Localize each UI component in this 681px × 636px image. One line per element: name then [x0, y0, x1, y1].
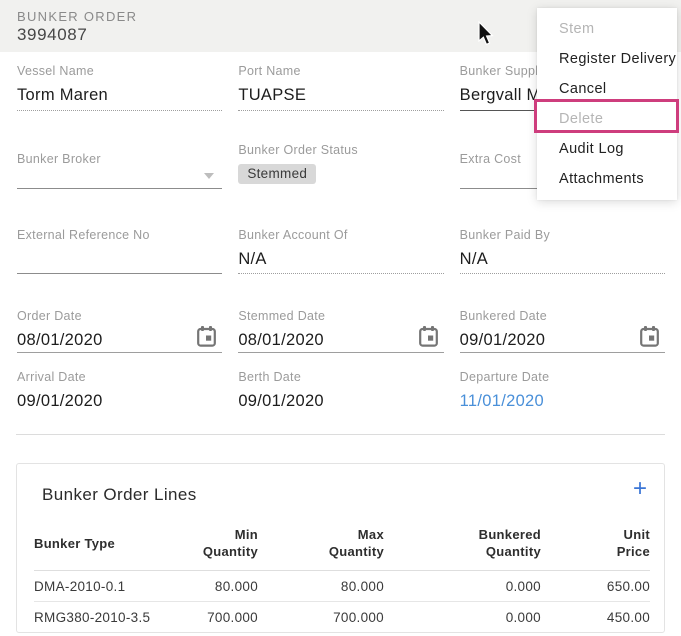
port-name-value[interactable]: TUAPSE — [238, 84, 443, 106]
field-bunkered-date: Bunkered Date 09/01/2020 — [460, 309, 665, 353]
departure-date-label: Departure Date — [460, 370, 665, 384]
arrival-date-value: 09/01/2020 — [17, 390, 222, 412]
vessel-name-label: Vessel Name — [17, 64, 222, 78]
order-number: 3994087 — [17, 25, 87, 45]
cell-bunker-type[interactable]: RMG380-2010-3.5 — [34, 602, 184, 633]
col-bunker-type: Bunker Type — [34, 526, 184, 571]
menu-item-attachments[interactable]: Attachments — [537, 164, 677, 194]
order-lines-table: Bunker Type MinQuantity MaxQuantity Bunk… — [34, 526, 650, 632]
bunker-order-lines-title: Bunker Order Lines — [42, 485, 197, 505]
menu-item-delete: Delete — [537, 104, 677, 134]
bunkered-date-value[interactable]: 09/01/2020 — [460, 329, 665, 351]
field-bunker-account-of: Bunker Account Of N/A — [238, 228, 443, 274]
col-min-quantity: MinQuantity — [184, 526, 258, 571]
calendar-icon[interactable] — [640, 326, 659, 347]
berth-date-label: Berth Date — [238, 370, 443, 384]
bunker-paid-by-label: Bunker Paid By — [460, 228, 665, 242]
field-port-name: Port Name TUAPSE — [238, 64, 443, 111]
status-badge: Stemmed — [238, 164, 316, 184]
table-row[interactable]: DMA-2010-0.1 80.000 80.000 0.000 650.00 — [34, 571, 650, 602]
order-date-label: Order Date — [17, 309, 222, 323]
field-external-reference-no[interactable]: External Reference No — [17, 228, 222, 274]
menu-item-cancel[interactable]: Cancel — [537, 74, 677, 104]
bunker-paid-by-value[interactable]: N/A — [460, 248, 665, 270]
section-divider — [16, 434, 665, 435]
menu-item-stem: Stem — [537, 14, 677, 44]
field-arrival-date: Arrival Date 09/01/2020 — [17, 370, 222, 412]
arrival-date-label: Arrival Date — [17, 370, 222, 384]
field-bunker-order-status: Bunker Order Status Stemmed — [238, 140, 443, 188]
berth-date-value: 09/01/2020 — [238, 390, 443, 412]
cell-max-quantity: 80.000 — [258, 571, 384, 602]
order-date-value[interactable]: 08/01/2020 — [17, 329, 222, 351]
form-row-4: Order Date 08/01/2020 Stemmed Date 08/01… — [17, 309, 665, 353]
field-stemmed-date: Stemmed Date 08/01/2020 — [238, 309, 443, 353]
bunker-broker-label: Bunker Broker — [17, 152, 222, 166]
stemmed-date-label: Stemmed Date — [238, 309, 443, 323]
calendar-icon[interactable] — [197, 326, 216, 347]
cell-bunker-type[interactable]: DMA-2010-0.1 — [34, 571, 184, 602]
cell-unit-price: 450.00 — [541, 602, 650, 633]
form-row-3: External Reference No Bunker Account Of … — [17, 228, 665, 274]
stemmed-date-value[interactable]: 08/01/2020 — [238, 329, 443, 351]
cell-min-quantity: 700.000 — [184, 602, 258, 633]
field-departure-date: Departure Date 11/01/2020 — [460, 370, 665, 412]
field-vessel-name: Vessel Name Torm Maren — [17, 64, 222, 111]
col-bunkered-quantity: BunkeredQuantity — [384, 526, 541, 571]
context-menu: Stem Register Delivery Cancel Delete Aud… — [537, 8, 677, 200]
col-max-quantity: MaxQuantity — [258, 526, 384, 571]
cell-bunkered-quantity: 0.000 — [384, 602, 541, 633]
field-berth-date: Berth Date 09/01/2020 — [238, 370, 443, 412]
departure-date-link[interactable]: 11/01/2020 — [460, 390, 665, 412]
menu-item-audit-log[interactable]: Audit Log — [537, 134, 677, 164]
bunkered-date-label: Bunkered Date — [460, 309, 665, 323]
bunker-account-of-label: Bunker Account Of — [238, 228, 443, 242]
bunker-order-page: BUNKER ORDER 3994087 Vessel Name Torm Ma… — [0, 0, 681, 636]
col-unit-price: UnitPrice — [541, 526, 650, 571]
cell-min-quantity: 80.000 — [184, 571, 258, 602]
add-order-line-button[interactable]: + — [633, 477, 647, 501]
calendar-icon[interactable] — [419, 326, 438, 347]
vessel-name-value[interactable]: Torm Maren — [17, 84, 222, 106]
chevron-down-icon[interactable] — [204, 173, 214, 179]
form-row-5: Arrival Date 09/01/2020 Berth Date 09/01… — [17, 370, 665, 412]
bunker-account-of-value[interactable]: N/A — [238, 248, 443, 270]
external-reference-no-label: External Reference No — [17, 228, 222, 242]
cell-unit-price: 650.00 — [541, 571, 650, 602]
port-name-label: Port Name — [238, 64, 443, 78]
cell-bunkered-quantity: 0.000 — [384, 571, 541, 602]
table-header-row: Bunker Type MinQuantity MaxQuantity Bunk… — [34, 526, 650, 571]
bunker-order-lines-card: Bunker Order Lines + Bunker Type MinQuan… — [16, 463, 665, 633]
field-bunker-paid-by: Bunker Paid By N/A — [460, 228, 665, 274]
table-row[interactable]: RMG380-2010-3.5 700.000 700.000 0.000 45… — [34, 602, 650, 633]
menu-item-register-delivery[interactable]: Register Delivery — [537, 44, 677, 74]
bunker-order-status-label: Bunker Order Status — [238, 143, 443, 157]
cell-max-quantity: 700.000 — [258, 602, 384, 633]
page-title: BUNKER ORDER — [17, 9, 137, 24]
field-order-date: Order Date 08/01/2020 — [17, 309, 222, 353]
field-bunker-broker[interactable]: Bunker Broker — [17, 140, 222, 189]
